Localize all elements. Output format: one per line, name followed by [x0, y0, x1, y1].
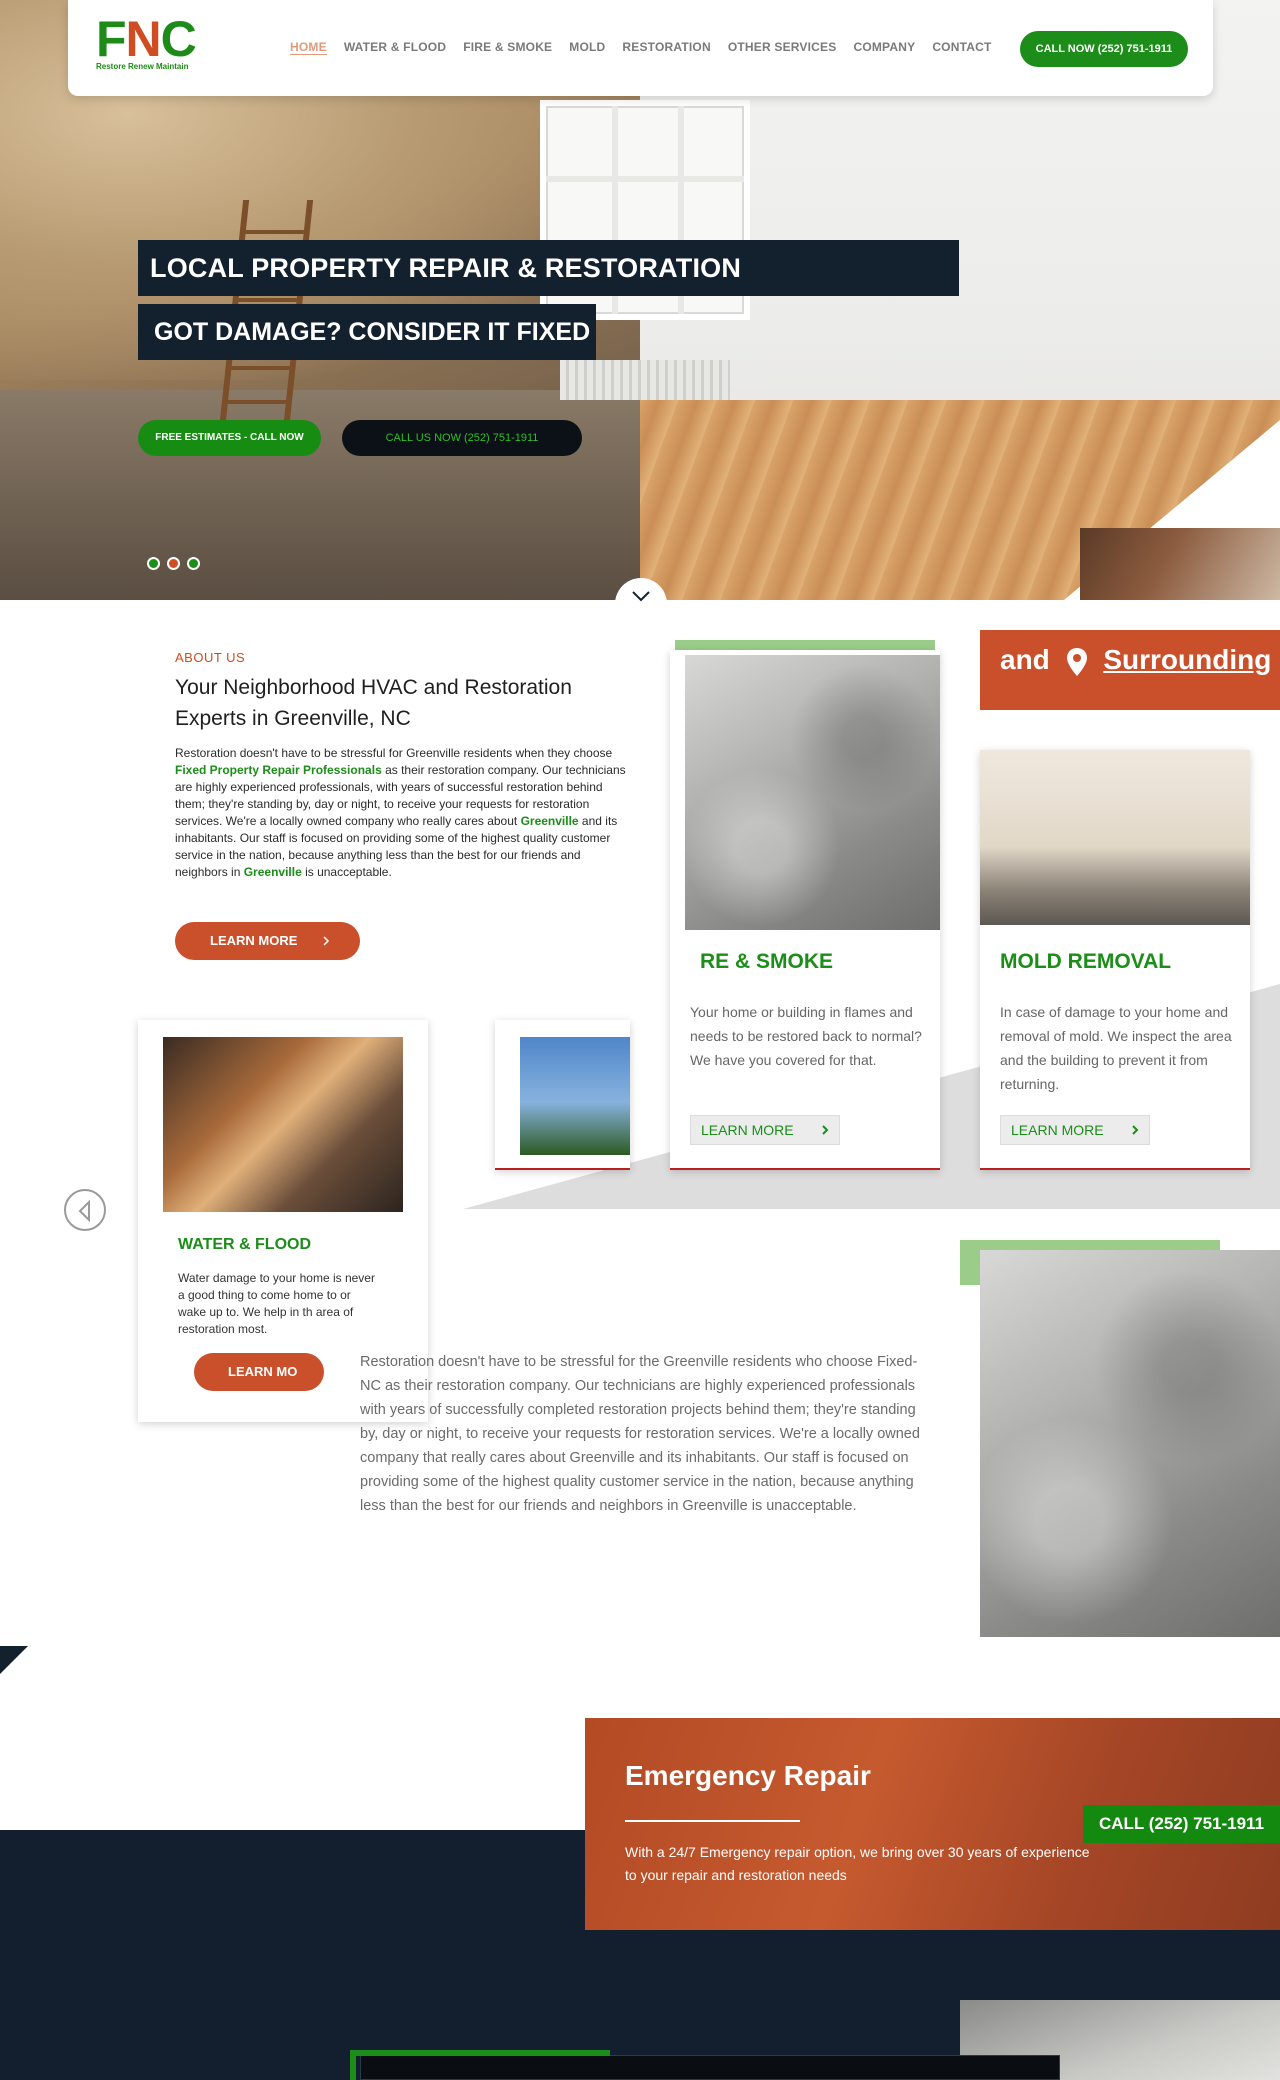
card-image-fire [685, 655, 940, 930]
carousel-prev-button[interactable] [64, 1189, 106, 1231]
service-card-fire: RE & SMOKE Your home or building in flam… [670, 650, 940, 1170]
ribbon-surrounding[interactable]: Surrounding [1103, 644, 1271, 675]
header-call-button[interactable]: CALL NOW (252) 751-1911 [1020, 31, 1188, 67]
card-button-fire[interactable]: LEARN MORE [690, 1115, 840, 1145]
card-image-mold [980, 750, 1250, 925]
emergency-call-button[interactable]: CALL (252) 751-1911 [1083, 1805, 1280, 1843]
nav-home[interactable]: HOME [290, 40, 327, 55]
chevron-right-icon [323, 936, 330, 946]
nav-restoration[interactable]: RESTORATION [622, 40, 710, 55]
scroll-down-button[interactable] [615, 578, 667, 630]
page: LOCAL PROPERTY REPAIR & RESTORATION PROF… [0, 0, 1280, 2080]
emergency-title: Emergency Repair [625, 1760, 871, 1791]
card-title-mold[interactable]: MOLD REMOVAL [1000, 950, 1171, 974]
main-nav: HOME WATER & FLOOD FIRE & SMOKE MOLD RES… [290, 40, 1008, 55]
card-text-water: Water damage to your home is never a goo… [178, 1271, 375, 1336]
chevron-left-icon [78, 1200, 90, 1222]
card-title-water[interactable]: WATER & FLOOD [178, 1236, 311, 1254]
logo-letter-n: N [125, 11, 162, 67]
nav-contact[interactable]: CONTACT [932, 40, 991, 55]
logo-letter-c: C [160, 11, 197, 67]
about-body: Restoration doesn't have to be stressful… [175, 746, 626, 879]
site-header: FNC Restore Renew Maintain HOME WATER & … [68, 0, 1213, 96]
service-card-mold: MOLD REMOVAL In case of damage to your h… [980, 750, 1250, 1170]
emergency-text: With a 24/7 Emergency repair option, we … [625, 1844, 1090, 1883]
about-title: Your Neighborhood HVAC and Restoration E… [175, 676, 572, 730]
navy-corner-decor [0, 1646, 28, 1674]
link-fixed-property[interactable]: Fixed Property Repair Professionals [175, 763, 382, 777]
chevron-right-icon [1132, 1125, 1139, 1135]
hero-call-button[interactable]: CALL US NOW (252) 751-1911 [342, 420, 582, 456]
slider-dots [147, 557, 200, 570]
card-image-water [163, 1037, 403, 1212]
nav-mold[interactable]: MOLD [569, 40, 605, 55]
cleaning-photo [980, 1250, 1280, 1637]
card-text-mold: In case of damage to your home and remov… [1000, 1004, 1232, 1092]
hero-corner-photo [1080, 528, 1280, 600]
radiator-graphic [560, 360, 730, 400]
nav-company[interactable]: COMPANY [853, 40, 915, 55]
map-pin-icon [1066, 647, 1087, 676]
hero-headline: LOCAL PROPERTY REPAIR & RESTORATION PROF… [138, 240, 959, 339]
card-text-fire: Your home or building in flames and need… [690, 1004, 922, 1068]
link-greenville-2[interactable]: Greenville [244, 865, 302, 879]
fnc-logo[interactable]: FNC Restore Renew Maintain [96, 12, 216, 74]
link-greenville[interactable]: Greenville [521, 814, 579, 828]
about-learn-more-button[interactable]: LEARN MORE [175, 922, 360, 960]
chevron-down-icon [632, 591, 650, 602]
about-kicker: ABOUT US [175, 650, 246, 665]
slider-dot-2[interactable] [167, 557, 180, 570]
nav-other-services[interactable]: OTHER SERVICES [728, 40, 837, 55]
nav-water-flood[interactable]: WATER & FLOOD [344, 40, 446, 55]
hero-subheadline: GOT DAMAGE? CONSIDER IT FIXED [138, 304, 596, 360]
bottom-accent [350, 2050, 610, 2080]
emergency-divider [625, 1820, 800, 1822]
free-estimates-button[interactable]: FREE ESTIMATES - CALL NOW [138, 420, 321, 456]
about-paragraph-2: Restoration doesn't have to be stressful… [360, 1354, 920, 1514]
card-title-fire[interactable]: RE & SMOKE [700, 950, 833, 974]
ribbon-and: and [1000, 644, 1050, 675]
card-button-mold[interactable]: LEARN MORE [1000, 1115, 1150, 1145]
card-image-house [520, 1037, 630, 1155]
chevron-right-icon [822, 1125, 829, 1135]
logo-letter-f: F [96, 11, 127, 67]
nav-fire-smoke[interactable]: FIRE & SMOKE [463, 40, 552, 55]
service-card-partial [495, 1020, 630, 1170]
card-button-water[interactable]: LEARN MO [194, 1353, 324, 1391]
logo-tagline: Restore Renew Maintain [96, 62, 189, 71]
location-ribbon: and Surrounding [980, 630, 1280, 710]
slider-dot-1[interactable] [147, 557, 160, 570]
slider-dot-3[interactable] [187, 557, 200, 570]
